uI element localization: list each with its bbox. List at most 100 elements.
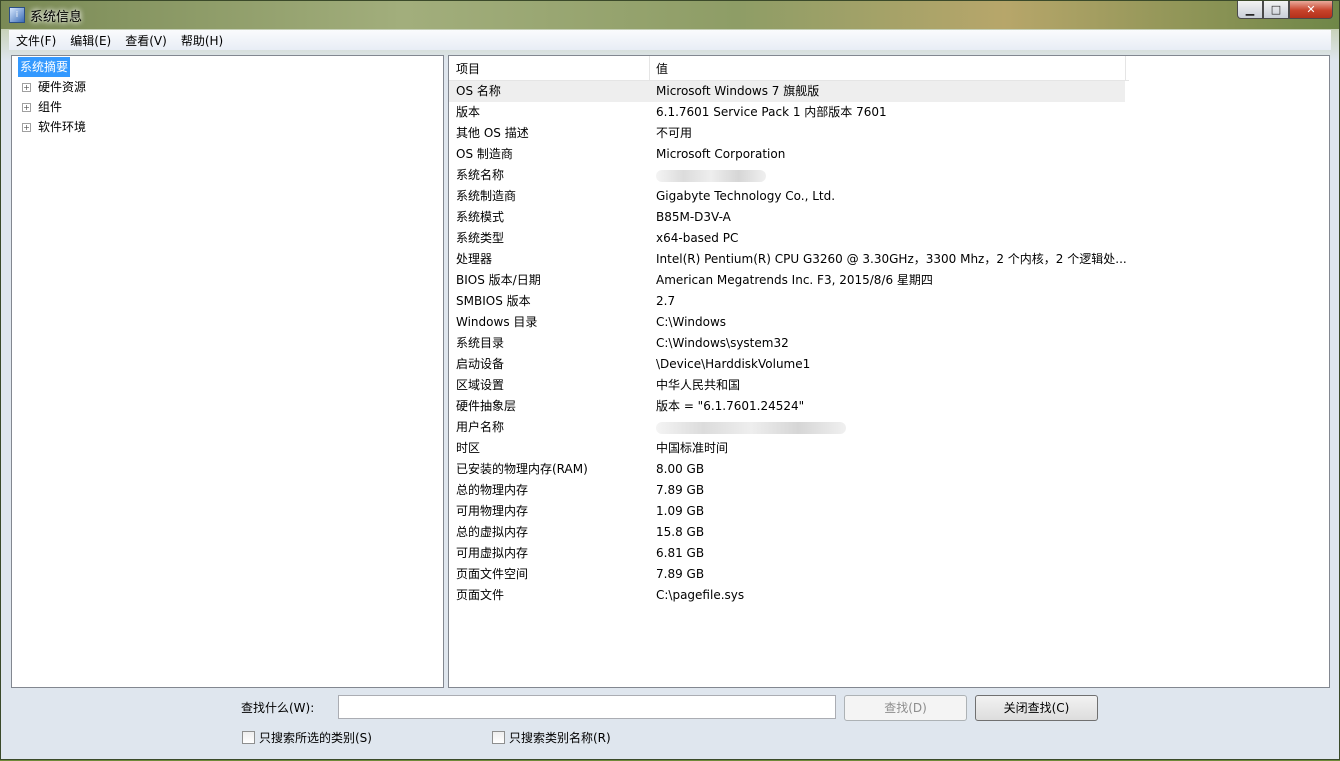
search-category-names-checkbox[interactable]: 只搜索类别名称(R): [492, 729, 611, 746]
app-icon: i: [9, 7, 25, 23]
table-row[interactable]: 系统类型 x64-based PC: [449, 228, 1125, 249]
find-input[interactable]: [338, 695, 836, 719]
row-value: 中国标准时间: [656, 441, 729, 455]
menu-help[interactable]: 帮助(H): [174, 32, 230, 49]
row-item: 系统模式: [456, 210, 505, 224]
detail-header: 项目 值: [449, 56, 1129, 81]
row-item: 总的虚拟内存: [456, 525, 529, 539]
row-item: 时区: [456, 441, 481, 455]
table-row[interactable]: 可用物理内存 1.09 GB: [449, 501, 1125, 522]
row-item: 区域设置: [456, 378, 505, 392]
table-row[interactable]: 系统目录 C:\Windows\system32: [449, 333, 1125, 354]
row-value: 7.89 GB: [656, 567, 705, 581]
window-title: 系统信息: [30, 10, 83, 25]
detail-list[interactable]: 项目 值 OS 名称 Microsoft Windows 7 旗舰版版本 6.1.7…: [448, 55, 1330, 688]
row-value: 7.89 GB: [656, 483, 705, 497]
row-value: 1.09 GB: [656, 504, 705, 518]
row-value: 不可用: [656, 126, 693, 140]
table-row[interactable]: 处理器 Intel(R) Pentium(R) CPU G3260 @ 3.30G…: [449, 249, 1127, 270]
table-row[interactable]: OS 制造商 Microsoft Corporation: [449, 144, 1125, 165]
table-row[interactable]: 总的虚拟内存 15.8 GB: [449, 522, 1125, 543]
row-item: 系统目录: [456, 336, 505, 350]
table-row[interactable]: 用户名称: [449, 417, 1125, 438]
table-row[interactable]: OS 名称 Microsoft Windows 7 旗舰版: [449, 81, 1125, 102]
row-value: x64-based PC: [656, 231, 739, 245]
minimize-button[interactable]: ▁: [1237, 1, 1263, 19]
row-value: B85M-D3V-A: [656, 210, 731, 224]
table-row[interactable]: 页面文件 C:\pagefile.sys: [449, 585, 1125, 606]
table-row[interactable]: 系统制造商 Gigabyte Technology Co., Ltd.: [449, 186, 1125, 207]
menu-view[interactable]: 查看(V): [118, 32, 174, 49]
close-find-button[interactable]: 关闭查找(C): [975, 695, 1098, 721]
row-value: 6.1.7601 Service Pack 1 内部版本 7601: [656, 105, 887, 119]
expand-plus-icon[interactable]: +: [22, 123, 31, 132]
tree-item-label: 软件环境: [38, 120, 87, 134]
checkbox-label: 只搜索类别名称(R): [509, 731, 611, 745]
table-row[interactable]: 启动设备 \Device\HarddiskVolume1: [449, 354, 1125, 375]
find-button[interactable]: 查找(D): [844, 695, 967, 721]
table-row[interactable]: 硬件抽象层 版本 = "6.1.7601.24524": [449, 396, 1125, 417]
row-value: 2.7: [656, 294, 676, 308]
table-row[interactable]: SMBIOS 版本 2.7: [449, 291, 1125, 312]
row-item: BIOS 版本/日期: [456, 273, 541, 287]
table-row[interactable]: 系统模式 B85M-D3V-A: [449, 207, 1125, 228]
menu-file[interactable]: 文件(F): [9, 32, 63, 49]
column-header-value[interactable]: 值: [656, 60, 668, 77]
maximize-button[interactable]: □: [1263, 1, 1289, 19]
row-value: C:\Windows\system32: [656, 336, 789, 350]
search-selected-category-checkbox[interactable]: 只搜索所选的类别(S): [242, 729, 372, 746]
row-item: 总的物理内存: [456, 483, 529, 497]
row-item: 可用虚拟内存: [456, 546, 529, 560]
expand-plus-icon[interactable]: +: [22, 83, 31, 92]
table-row[interactable]: 总的物理内存 7.89 GB: [449, 480, 1125, 501]
row-item: 版本: [456, 105, 481, 119]
table-row[interactable]: 页面文件空间 7.89 GB: [449, 564, 1125, 585]
category-tree[interactable]: 系统摘要 + 硬件资源 + 组件 + 软件环境: [11, 55, 444, 688]
row-item: 系统名称: [456, 168, 505, 182]
row-item: 硬件抽象层: [456, 399, 517, 413]
table-row[interactable]: 其他 OS 描述 不可用: [449, 123, 1125, 144]
tree-item-label: 系统摘要: [18, 57, 71, 77]
row-value: C:\Windows: [656, 315, 727, 329]
row-item: 处理器: [456, 252, 493, 266]
title-bar[interactable]: i 系统信息 ▁ □ ✕: [1, 1, 1339, 29]
row-item: OS 名称: [456, 84, 501, 98]
table-row[interactable]: BIOS 版本/日期 American Megatrends Inc. F3, 2…: [449, 270, 1125, 291]
row-value: [656, 165, 766, 186]
table-row[interactable]: 可用虚拟内存 6.81 GB: [449, 543, 1125, 564]
row-item: OS 制造商: [456, 147, 513, 161]
table-row[interactable]: Windows 目录 C:\Windows: [449, 312, 1125, 333]
close-button[interactable]: ✕: [1289, 1, 1333, 19]
table-row[interactable]: 版本 6.1.7601 Service Pack 1 内部版本 7601: [449, 102, 1125, 123]
row-item: 可用物理内存: [456, 504, 529, 518]
row-item: 页面文件: [456, 588, 505, 602]
row-item: 用户名称: [456, 420, 505, 434]
menu-edit[interactable]: 编辑(E): [63, 32, 118, 49]
checkbox-box[interactable]: [242, 731, 255, 744]
maximize-icon: □: [1270, 3, 1282, 16]
row-item: 系统类型: [456, 231, 505, 245]
column-header-item[interactable]: 项目: [456, 60, 480, 77]
find-label: 查找什么(W):: [241, 701, 315, 715]
minimize-icon: ▁: [1245, 3, 1255, 16]
row-value: C:\pagefile.sys: [656, 588, 745, 602]
expand-plus-icon[interactable]: +: [22, 103, 31, 112]
redacted-value: [656, 169, 766, 182]
table-row[interactable]: 系统名称: [449, 165, 1125, 186]
table-row[interactable]: 区域设置 中华人民共和国: [449, 375, 1125, 396]
checkbox-box[interactable]: [492, 731, 505, 744]
table-row[interactable]: 已安装的物理内存(RAM) 8.00 GB: [449, 459, 1125, 480]
row-value: Intel(R) Pentium(R) CPU G3260 @ 3.30GHz，…: [656, 252, 1127, 266]
row-value: \Device\HarddiskVolume1: [656, 357, 811, 371]
row-value: 中华人民共和国: [656, 378, 741, 392]
redacted-value: [656, 421, 846, 434]
table-row[interactable]: 时区 中国标准时间: [449, 438, 1125, 459]
row-item: 页面文件空间: [456, 567, 529, 581]
row-value: Gigabyte Technology Co., Ltd.: [656, 189, 836, 203]
tree-item-label: 硬件资源: [38, 80, 87, 94]
row-value: Microsoft Windows 7 旗舰版: [656, 84, 820, 98]
menu-bar: 文件(F) 编辑(E) 查看(V) 帮助(H): [9, 30, 1331, 50]
close-icon: ✕: [1306, 3, 1316, 16]
row-item: Windows 目录: [456, 315, 538, 329]
row-item: 启动设备: [456, 357, 505, 371]
